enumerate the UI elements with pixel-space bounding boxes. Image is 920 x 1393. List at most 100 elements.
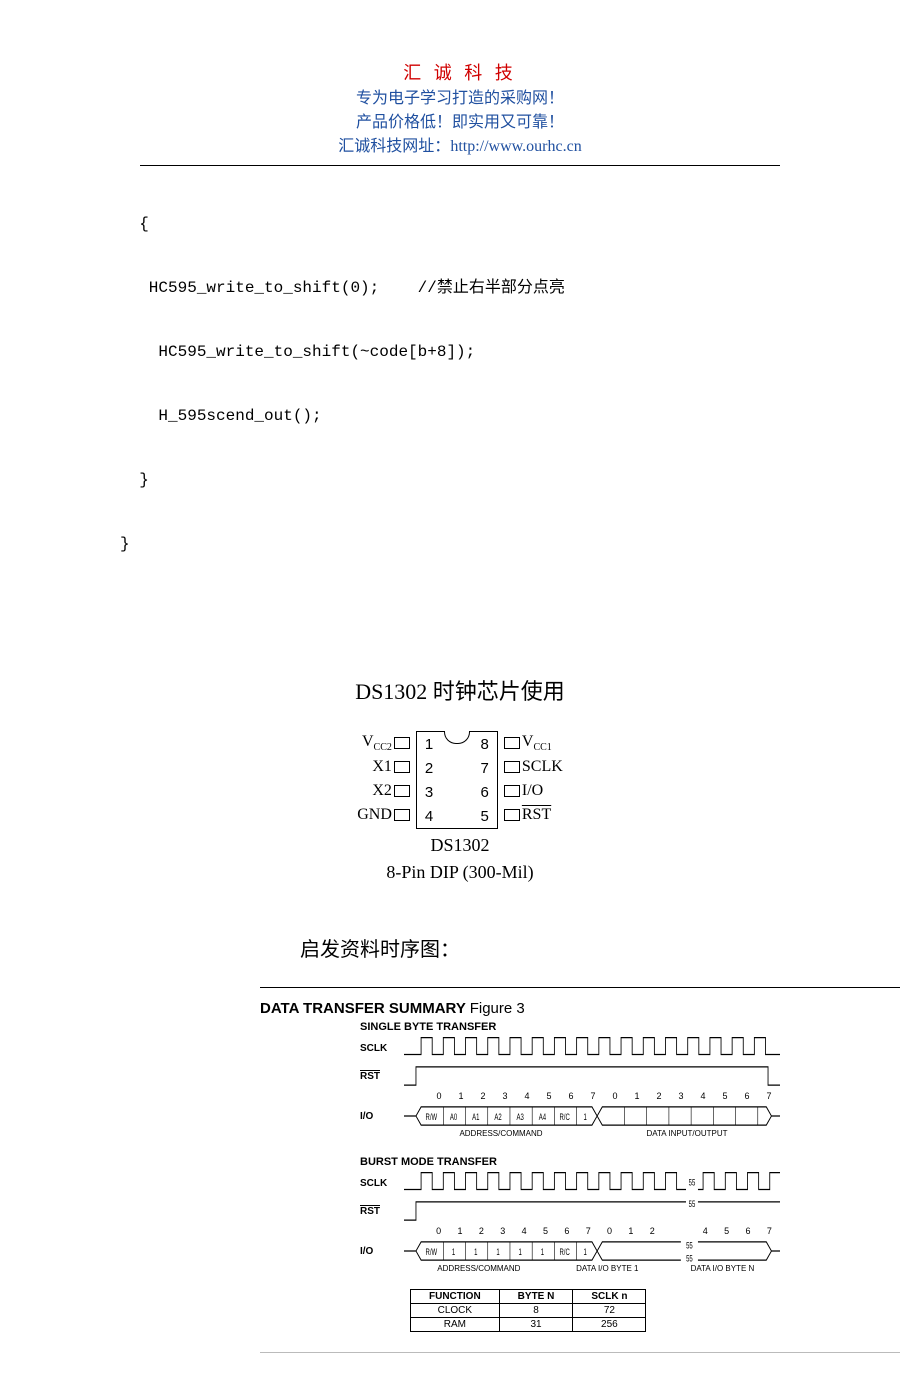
timing-heading-fig: Figure 3 bbox=[470, 1000, 525, 1017]
svg-text:1: 1 bbox=[584, 1112, 587, 1123]
io-waveform-icon: R/W 1 1 1 1 1 R/C 1 55 55 bbox=[404, 1238, 780, 1264]
io-row: I/O R/W A0 A1 A2 A3 A4 R/C 1 bbox=[360, 1103, 780, 1129]
svg-text:A2: A2 bbox=[494, 1112, 501, 1123]
header-title: 汇 诚 科 技 bbox=[140, 60, 780, 87]
timing-heading: DATA TRANSFER SUMMARY Figure 3 bbox=[140, 1000, 780, 1017]
svg-text:A1: A1 bbox=[472, 1112, 479, 1123]
bit-numbers-row-burst: 012345670124567 bbox=[428, 1226, 780, 1236]
data-io-label: DATA INPUT/OUTPUT bbox=[594, 1129, 780, 1138]
function-table: FUNCTION BYTE N SCLK n CLOCK 8 72 RAM 31… bbox=[410, 1289, 646, 1332]
table-header: SCLK n bbox=[573, 1290, 646, 1304]
timing-top-rule bbox=[260, 987, 900, 988]
pin-pad-icon bbox=[504, 761, 520, 773]
svg-text:R/W: R/W bbox=[426, 1112, 438, 1123]
pin-num: 8 bbox=[481, 736, 489, 753]
chip-caption-name: DS1302 bbox=[340, 835, 580, 856]
addr-cmd-label: ADDRESS/COMMAND bbox=[408, 1264, 550, 1273]
pin-pad-icon bbox=[394, 785, 410, 797]
rst-waveform-icon: 55 bbox=[404, 1198, 780, 1224]
table-cell: 31 bbox=[499, 1318, 573, 1332]
timing-diagram-area: SINGLE BYTE TRANSFER SCLK RST 0123456701… bbox=[140, 1021, 780, 1332]
header-url-prefix: 汇诚科技网址： bbox=[338, 138, 450, 155]
svg-text:R/C: R/C bbox=[560, 1247, 571, 1258]
sclk-row-burst: SCLK 55 bbox=[360, 1170, 780, 1196]
pin-pad-icon bbox=[394, 761, 410, 773]
io-sublabels: ADDRESS/COMMAND DATA INPUT/OUTPUT bbox=[408, 1129, 780, 1138]
code-line: HC595_write_to_shift(0); //禁止右半部分点亮 bbox=[120, 272, 780, 304]
sclk-label: SCLK bbox=[360, 1178, 390, 1189]
pin-pad-icon bbox=[394, 737, 410, 749]
pin-num: 3 bbox=[425, 784, 433, 801]
bit-numbers-row: 0123456701234567 bbox=[428, 1091, 780, 1101]
io-sublabels-burst: ADDRESS/COMMAND DATA I/O BYTE 1 DATA I/O… bbox=[408, 1264, 780, 1273]
sclk-waveform-icon bbox=[404, 1035, 780, 1061]
data-byten-label: DATA I/O BYTE N bbox=[665, 1264, 780, 1273]
timing-heading-bold: DATA TRANSFER SUMMARY bbox=[260, 1000, 470, 1017]
table-cell: CLOCK bbox=[411, 1304, 500, 1318]
chip-left-labels: VCC2 X1 X2 GND bbox=[357, 731, 412, 827]
svg-text:1: 1 bbox=[474, 1247, 477, 1258]
sclk-label: SCLK bbox=[360, 1043, 390, 1054]
table-row: RAM 31 256 bbox=[411, 1318, 646, 1332]
code-line: } bbox=[120, 464, 780, 496]
data-byte1-label: DATA I/O BYTE 1 bbox=[550, 1264, 665, 1273]
svg-text:55: 55 bbox=[686, 1253, 693, 1264]
pin-pad-icon bbox=[394, 809, 410, 821]
pin-label: X1 bbox=[372, 758, 392, 776]
table-row: CLOCK 8 72 bbox=[411, 1304, 646, 1318]
code-line: { bbox=[120, 208, 780, 240]
timing-bottom-rule bbox=[260, 1352, 900, 1353]
header-url: http://www.ourhc.cn bbox=[450, 138, 581, 155]
svg-text:55: 55 bbox=[689, 1177, 696, 1188]
svg-text:R/W: R/W bbox=[426, 1247, 438, 1258]
io-label: I/O bbox=[360, 1111, 390, 1122]
chip-body-rect: 18 27 36 45 bbox=[416, 731, 498, 829]
section-title-timing: 启发资料时序图： bbox=[140, 933, 780, 962]
svg-text:1: 1 bbox=[584, 1247, 587, 1258]
pin-num: 5 bbox=[481, 808, 489, 825]
table-header: FUNCTION bbox=[411, 1290, 500, 1304]
pin-label: I/O bbox=[522, 782, 543, 800]
svg-text:A4: A4 bbox=[539, 1112, 547, 1123]
section-title-ds1302: DS1302 时钟芯片使用 bbox=[140, 674, 780, 706]
burst-mode-title: BURST MODE TRANSFER bbox=[360, 1156, 780, 1168]
pin-label: VCC2 bbox=[362, 733, 392, 753]
code-line: HC595_write_to_shift(~code[b+8]); bbox=[120, 336, 780, 368]
io-row-burst: I/O R/W 1 1 1 1 1 R/C 1 55 55 bbox=[360, 1238, 780, 1264]
table-row: FUNCTION BYTE N SCLK n bbox=[411, 1290, 646, 1304]
svg-text:55: 55 bbox=[686, 1240, 693, 1251]
svg-text:55: 55 bbox=[689, 1199, 696, 1210]
page-header: 汇 诚 科 技 专为电子学习打造的采购网！ 产品价格低！即实用又可靠！ 汇诚科技… bbox=[140, 60, 780, 159]
header-sub2: 产品价格低！即实用又可靠！ bbox=[140, 111, 780, 135]
rst-waveform-icon bbox=[404, 1063, 780, 1089]
svg-text:1: 1 bbox=[519, 1247, 522, 1258]
pin-label: SCLK bbox=[522, 758, 563, 776]
pin-num: 6 bbox=[481, 784, 489, 801]
table-cell: 256 bbox=[573, 1318, 646, 1332]
rst-row-burst: RST 55 bbox=[360, 1198, 780, 1224]
header-sub1: 专为电子学习打造的采购网！ bbox=[140, 87, 780, 111]
svg-text:R/C: R/C bbox=[560, 1112, 571, 1123]
table-cell: 8 bbox=[499, 1304, 573, 1318]
sclk-row: SCLK bbox=[360, 1035, 780, 1061]
table-cell: RAM bbox=[411, 1318, 500, 1332]
rst-row: RST bbox=[360, 1063, 780, 1089]
pin-label: RST bbox=[522, 806, 551, 824]
code-line: H_595scend_out(); bbox=[120, 400, 780, 432]
sclk-waveform-icon: 55 bbox=[404, 1170, 780, 1196]
chip-caption-package: 8-Pin DIP (300-Mil) bbox=[340, 862, 580, 883]
svg-text:A3: A3 bbox=[517, 1112, 524, 1123]
pin-label: X2 bbox=[372, 782, 392, 800]
code-line: } bbox=[120, 528, 780, 560]
header-url-line: 汇诚科技网址：http://www.ourhc.cn bbox=[140, 135, 780, 159]
pin-num: 7 bbox=[481, 760, 489, 777]
header-divider bbox=[140, 165, 780, 166]
svg-text:1: 1 bbox=[541, 1247, 544, 1258]
svg-text:1: 1 bbox=[496, 1247, 499, 1258]
chip-right-labels: VCC1 SCLK I/O RST bbox=[502, 731, 563, 827]
io-label: I/O bbox=[360, 1246, 390, 1257]
svg-text:1: 1 bbox=[452, 1247, 455, 1258]
pin-label: VCC1 bbox=[522, 733, 552, 753]
pin-pad-icon bbox=[504, 785, 520, 797]
pin-num: 2 bbox=[425, 760, 433, 777]
